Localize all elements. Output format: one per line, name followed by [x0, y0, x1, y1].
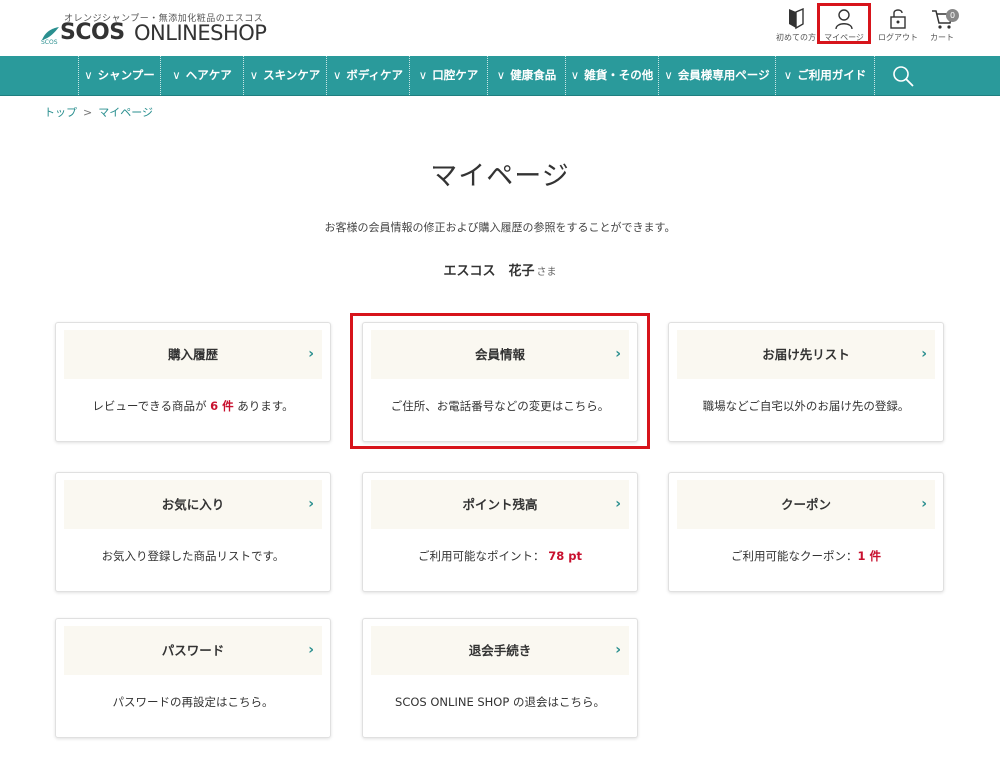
card-title: 購入履歴 [167, 347, 218, 362]
user-name: エスコス 花子 さま [0, 260, 1000, 279]
chevron-right-icon: › [615, 642, 621, 658]
point-value: 78 pt [548, 549, 582, 563]
card-header: ポイント残高 › [371, 480, 629, 529]
chevron-down-icon: ∨ [332, 68, 342, 82]
card-favorites[interactable]: お気に入り › お気入り登録した商品リストです。 [55, 472, 331, 592]
logo-text-scos: SCOS [60, 20, 125, 45]
chevron-right-icon: › [615, 496, 621, 512]
chevron-down-icon: ∨ [570, 68, 580, 82]
user-name-text: エスコス 花子 [443, 264, 535, 279]
card-title: パスワード [161, 643, 225, 658]
page-title: マイページ [430, 161, 570, 192]
chevron-down-icon: ∨ [783, 68, 793, 82]
logo-text-onlineshop: ONLINESHOP [134, 21, 267, 45]
global-nav: ∨ シャンプー ∨ ヘアケア ∨ スキンケア ∨ ボディケア ∨ 口腔ケア ∨ 健康食品 ∨… [0, 56, 1000, 96]
breadcrumb: トップ > マイページ [44, 104, 153, 120]
chevron-right-icon: › [308, 346, 314, 362]
chevron-right-icon: › [921, 496, 927, 512]
card-body: 職場などご自宅以外のお届け先の登録。 [702, 399, 910, 413]
card-title: クーポン [780, 497, 831, 512]
card-header: お気に入り › [64, 480, 322, 529]
member-info-highlight-box [350, 313, 650, 449]
chevron-down-icon: ∨ [172, 68, 181, 82]
nav-item-bodycare[interactable]: ∨ ボディケア [327, 56, 410, 95]
chevron-down-icon: ∨ [249, 68, 259, 82]
breadcrumb-separator: > [83, 106, 93, 119]
card-header: 退会手続き › [371, 626, 629, 675]
chevron-down-icon: ∨ [84, 68, 93, 82]
card-title: お気に入り [161, 497, 225, 512]
card-body: パスワードの再設定はこちら。 [112, 695, 274, 709]
beginner-link[interactable]: 初めての方 [772, 8, 820, 43]
logout-label: ログアウト [878, 33, 918, 42]
nav-item-skincare[interactable]: ∨ スキンケア [244, 56, 327, 95]
breadcrumb-current[interactable]: マイページ [98, 106, 153, 119]
card-title: お届け先リスト [762, 347, 850, 362]
card-body: ご利用可能なポイント： 78 pt [418, 549, 582, 563]
card-body: SCOS ONLINE SHOP の退会はこちら。 [395, 695, 605, 709]
coupon-count: 1 件 [857, 549, 881, 563]
card-header: お届け先リスト › [677, 330, 935, 379]
chevron-down-icon: ∨ [418, 68, 428, 82]
card-coupon[interactable]: クーポン › ご利用可能なクーポン：1 件 [668, 472, 944, 592]
nav-item-haircare[interactable]: ∨ ヘアケア [161, 56, 244, 95]
chevron-right-icon: › [308, 496, 314, 512]
chevron-right-icon: › [921, 346, 927, 362]
mypage-highlight-box [817, 3, 871, 44]
page-description: お客様の会員情報の修正および購入履歴の参照をすることができます。 [324, 221, 676, 234]
chevron-right-icon: › [308, 642, 314, 658]
card-title: ポイント残高 [462, 497, 538, 512]
site-header: オレンジシャンプー・無添加化粧品のエスコス SCOS SCOS ONLINESH… [0, 0, 1000, 56]
nav-item-guide[interactable]: ∨ ご利用ガイド [776, 56, 875, 95]
card-delivery-address-list[interactable]: お届け先リスト › 職場などご自宅以外のお届け先の登録。 [668, 322, 944, 442]
nav-item-health-food[interactable]: ∨ 健康食品 [488, 56, 566, 95]
card-withdrawal[interactable]: 退会手続き › SCOS ONLINE SHOP の退会はこちら。 [362, 618, 638, 738]
card-body: ご利用可能なクーポン：1 件 [730, 549, 881, 563]
chevron-down-icon: ∨ [496, 68, 506, 82]
cart-label: カート [930, 33, 954, 42]
breadcrumb-home[interactable]: トップ [44, 106, 77, 119]
nav-item-misc[interactable]: ∨ 雑貨・その他 [566, 56, 659, 95]
logout-link[interactable]: ログアウト [874, 8, 922, 43]
review-count: 6 件 [210, 399, 234, 413]
card-body: お気入り登録した商品リストです。 [101, 549, 285, 563]
nav-item-shampoo[interactable]: ∨ シャンプー [78, 56, 161, 95]
card-header: パスワード › [64, 626, 322, 675]
user-name-suffix: さま [536, 267, 557, 278]
beginner-icon [789, 8, 804, 30]
card-header: 購入履歴 › [64, 330, 322, 379]
nav-item-members[interactable]: ∨ 会員様専用ページ [659, 56, 776, 95]
logo-sub-text: SCOS [41, 39, 58, 46]
cart-count-badge: 0 [946, 9, 959, 22]
card-title: 退会手続き [468, 643, 532, 658]
logout-lock-icon [890, 9, 906, 29]
nav-item-oralcare[interactable]: ∨ 口腔ケア [410, 56, 488, 95]
search-icon[interactable] [892, 65, 914, 87]
card-purchase-history[interactable]: 購入履歴 › レビューできる商品が 6 件 あります。 [55, 322, 331, 442]
card-body: レビューできる商品が 6 件 あります。 [92, 399, 294, 413]
card-point-balance[interactable]: ポイント残高 › ご利用可能なポイント： 78 pt [362, 472, 638, 592]
card-password[interactable]: パスワード › パスワードの再設定はこちら。 [55, 618, 331, 738]
beginner-label: 初めての方 [776, 33, 816, 42]
chevron-down-icon: ∨ [664, 68, 673, 82]
card-header: クーポン › [677, 480, 935, 529]
